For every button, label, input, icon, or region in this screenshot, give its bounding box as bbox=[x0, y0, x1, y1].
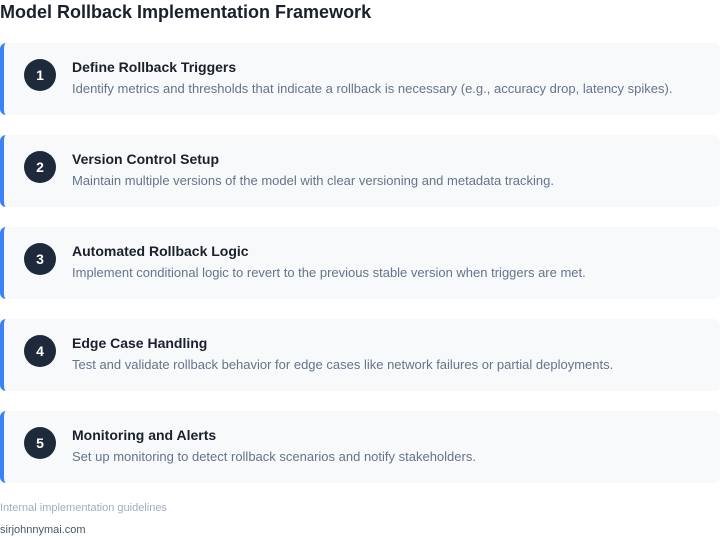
footer-note: Internal implementation guidelines bbox=[0, 502, 167, 514]
site-url: sirjohnnymai.com bbox=[0, 524, 86, 536]
step-description: Implement conditional logic to revert to… bbox=[72, 265, 586, 280]
step-card-1: 1 Define Rollback Triggers Identify metr… bbox=[0, 43, 720, 115]
step-number-badge: 2 bbox=[24, 151, 56, 183]
step-number-badge: 1 bbox=[24, 59, 56, 91]
step-number-badge: 5 bbox=[24, 427, 56, 459]
step-title: Automated Rollback Logic bbox=[72, 243, 249, 259]
step-number-badge: 4 bbox=[24, 335, 56, 367]
step-title: Version Control Setup bbox=[72, 151, 220, 167]
step-title: Define Rollback Triggers bbox=[72, 59, 237, 75]
step-description: Test and validate rollback behavior for … bbox=[72, 357, 614, 372]
step-title: Edge Case Handling bbox=[72, 335, 208, 351]
step-description: Set up monitoring to detect rollback sce… bbox=[72, 449, 476, 464]
step-card-3: 3 Automated Rollback Logic Implement con… bbox=[0, 227, 720, 299]
page: Model Rollback Implementation Framework … bbox=[0, 0, 720, 537]
step-card-5: 5 Monitoring and Alerts Set up monitorin… bbox=[0, 411, 720, 483]
step-title: Monitoring and Alerts bbox=[72, 427, 217, 443]
step-description: Identify metrics and thresholds that ind… bbox=[72, 81, 673, 96]
step-number-badge: 3 bbox=[24, 243, 56, 275]
steps-list: 1 Define Rollback Triggers Identify metr… bbox=[0, 43, 720, 483]
step-description: Maintain multiple versions of the model … bbox=[72, 173, 554, 188]
step-card-2: 2 Version Control Setup Maintain multipl… bbox=[0, 135, 720, 207]
step-card-4: 4 Edge Case Handling Test and validate r… bbox=[0, 319, 720, 391]
page-title: Model Rollback Implementation Framework bbox=[0, 2, 372, 22]
